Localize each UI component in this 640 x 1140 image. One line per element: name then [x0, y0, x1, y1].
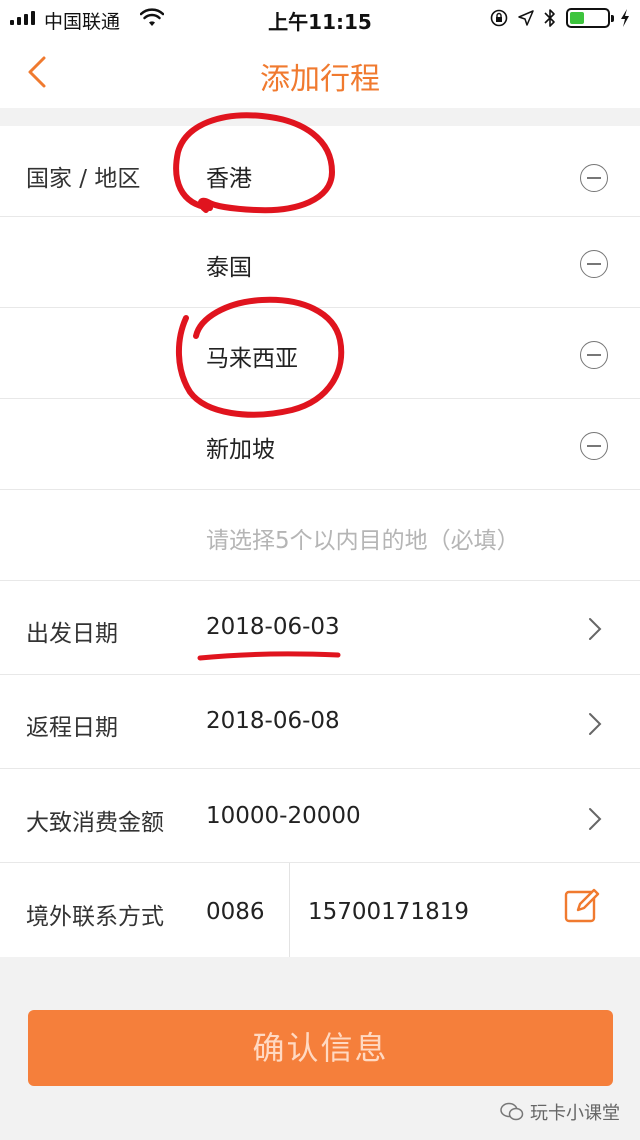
- return-date-value: 2018-06-08: [206, 708, 340, 734]
- contact-divider: [289, 863, 290, 957]
- chevron-right-icon: [589, 808, 602, 830]
- page-title: 添加行程: [260, 62, 380, 97]
- departure-date-row[interactable]: 出发日期 2018-06-03: [0, 581, 640, 675]
- navigation-bar: 添加行程: [0, 38, 640, 108]
- return-date-label: 返程日期: [26, 715, 118, 741]
- remove-destination-icon[interactable]: [580, 341, 608, 369]
- budget-value: 10000-20000: [206, 803, 361, 829]
- destination-row: 马来西亚: [0, 308, 640, 399]
- budget-row[interactable]: 大致消费金额 10000-20000: [0, 769, 640, 863]
- destination-item: 泰国: [206, 255, 252, 281]
- destination-row: 新加坡: [0, 399, 640, 490]
- screen: 中国联通 上午11:15 添加行程 国家 / 地区 香港 泰国 马来西亚 新加坡…: [0, 0, 640, 1140]
- chevron-right-icon: [589, 713, 602, 735]
- return-date-row[interactable]: 返程日期 2018-06-08: [0, 675, 640, 769]
- destination-item: 马来西亚: [206, 346, 298, 372]
- budget-label: 大致消费金额: [26, 810, 164, 836]
- watermark-text: 玩卡小课堂: [530, 1103, 620, 1124]
- contact-label: 境外联系方式: [26, 904, 164, 930]
- charging-icon: [621, 9, 629, 27]
- country-code-field[interactable]: 0086: [206, 899, 265, 925]
- contact-row: 境外联系方式 0086 15700171819: [0, 863, 640, 957]
- status-bar: 中国联通 上午11:15: [0, 0, 640, 38]
- destination-item: 香港: [206, 166, 252, 192]
- wechat-icon: [500, 1102, 524, 1121]
- destination-row: 泰国: [0, 217, 640, 308]
- rotation-lock-icon: [490, 9, 508, 27]
- chevron-right-icon: [589, 618, 602, 640]
- trip-form: 国家 / 地区 香港 泰国 马来西亚 新加坡 请选择5个以内目的地（必填） 出发…: [0, 126, 640, 957]
- battery-icon: [566, 8, 614, 28]
- remove-destination-icon[interactable]: [580, 432, 608, 460]
- destination-label: 国家 / 地区: [26, 166, 141, 192]
- location-icon: [518, 10, 534, 26]
- bluetooth-icon: [544, 9, 555, 27]
- departure-date-label: 出发日期: [26, 621, 118, 647]
- watermark: 玩卡小课堂: [500, 1099, 620, 1125]
- phone-field[interactable]: 15700171819: [308, 899, 469, 925]
- edit-icon[interactable]: [563, 885, 603, 925]
- remove-destination-icon[interactable]: [580, 250, 608, 278]
- destination-placeholder: 请选择5个以内目的地（必填）: [206, 528, 520, 554]
- confirm-button[interactable]: 确认信息: [28, 1010, 613, 1086]
- destination-item: 新加坡: [206, 437, 275, 463]
- add-destination-row[interactable]: 请选择5个以内目的地（必填）: [0, 490, 640, 581]
- destination-row: 国家 / 地区 香港: [0, 126, 640, 217]
- departure-date-value: 2018-06-03: [206, 614, 340, 640]
- remove-destination-icon[interactable]: [580, 164, 608, 192]
